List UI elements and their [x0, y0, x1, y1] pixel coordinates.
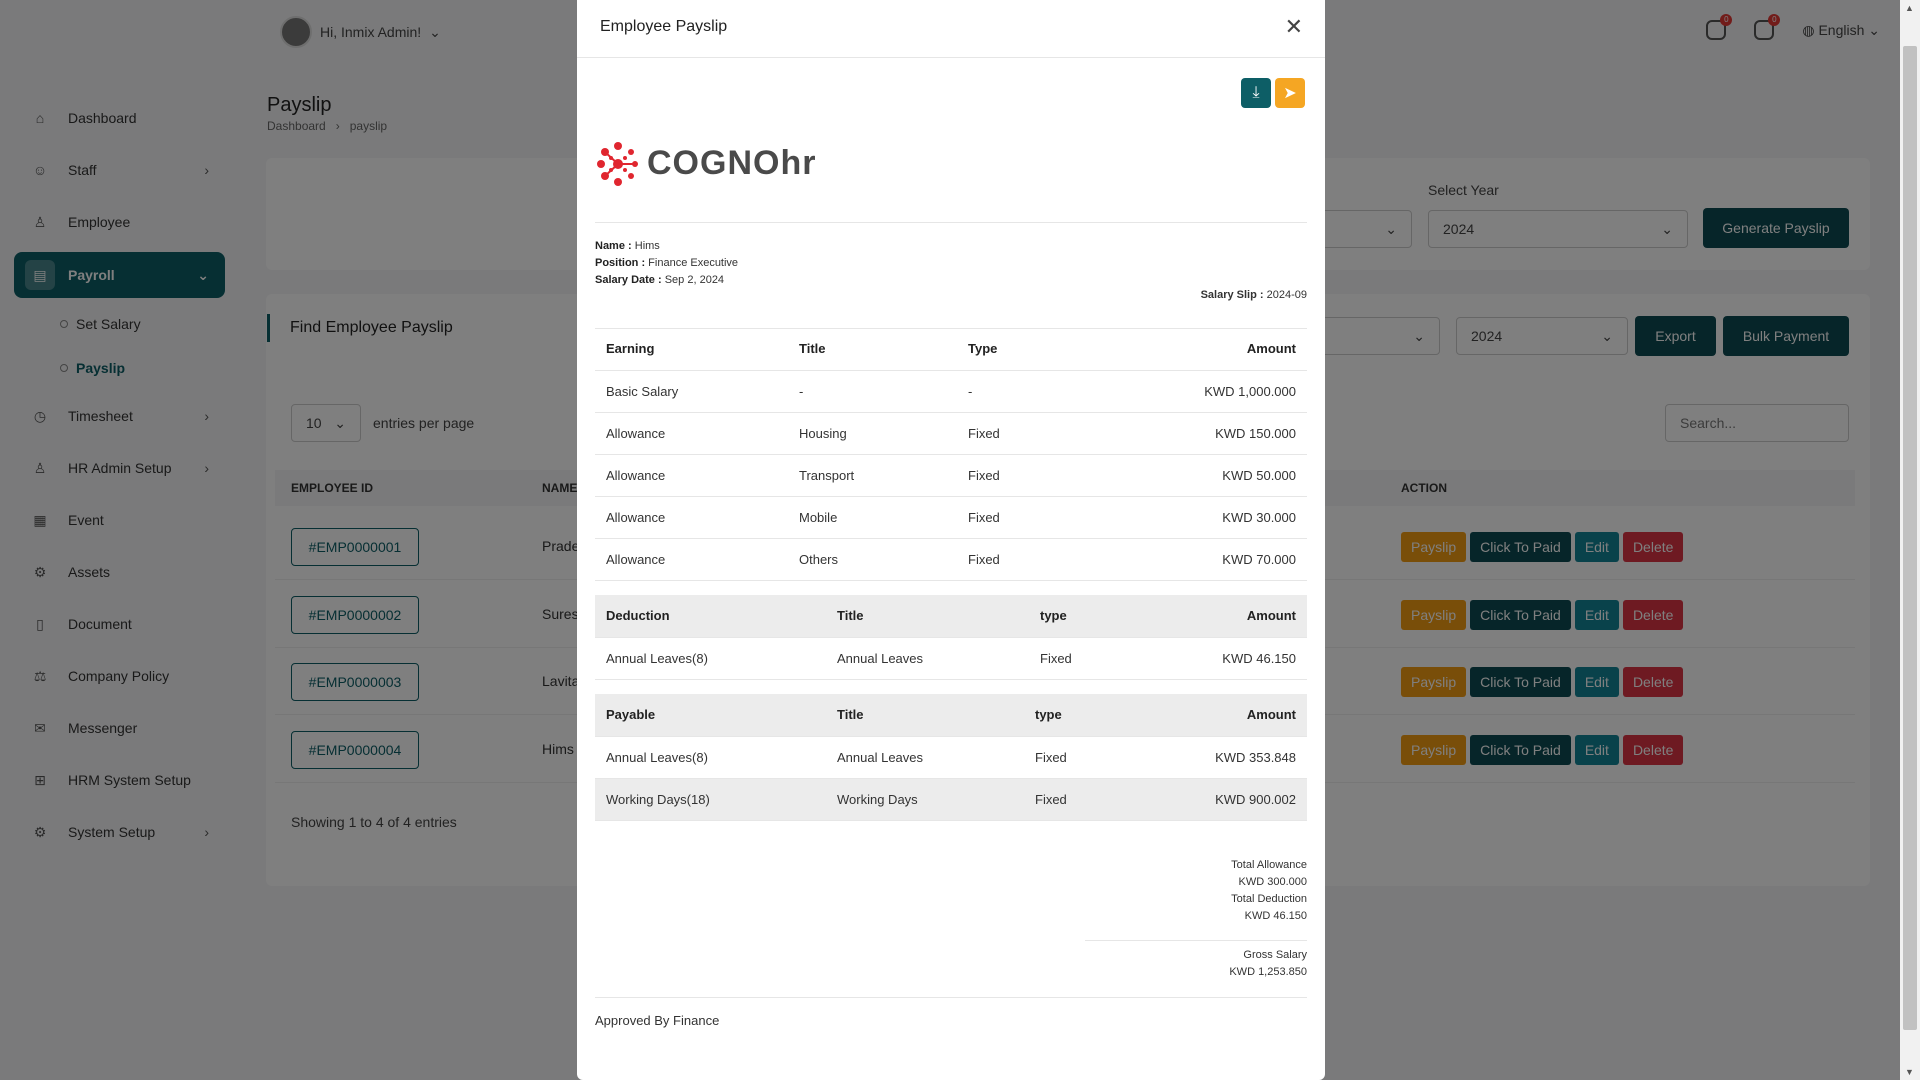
col-type: type: [1029, 595, 1175, 638]
type-cell: Fixed: [1029, 637, 1175, 680]
name-value: Hims: [634, 240, 660, 252]
download-icon: ⤓: [1252, 84, 1260, 101]
title-cell: Housing: [788, 412, 957, 455]
amount-cell: KWD 46.150: [1175, 637, 1307, 680]
divider: [1085, 940, 1307, 941]
download-button[interactable]: ⤓: [1241, 78, 1271, 108]
position-value: Finance Executive: [648, 257, 739, 269]
total-allowance-value: KWD 300.000: [1238, 876, 1307, 888]
title-cell: Annual Leaves: [826, 736, 1024, 779]
payable-cell: Working Days(18): [595, 778, 826, 821]
amount-cell: KWD 50.000: [1127, 454, 1307, 497]
title-cell: Working Days: [826, 778, 1024, 821]
table-header-row: Payable Title type Amount: [595, 694, 1307, 737]
salary-date-label: Salary Date :: [595, 274, 662, 286]
col-type: type: [1024, 694, 1175, 737]
payslip-modal: Employee Payslip ✕ ⤓ ➤ COGNOhr Name : Hi…: [577, 0, 1325, 1080]
table-row: Allowance Housing Fixed KWD 150.000: [595, 412, 1307, 455]
scrollbar[interactable]: ▲ ▼: [1900, 0, 1920, 1080]
title-cell: Transport: [788, 454, 957, 497]
gross-salary-value: KWD 1,253.850: [1229, 966, 1307, 978]
amount-cell: KWD 353.848: [1175, 736, 1307, 779]
send-button[interactable]: ➤: [1275, 78, 1305, 108]
type-cell: Fixed: [957, 412, 1127, 455]
position-label: Position :: [595, 257, 646, 269]
amount-cell: KWD 70.000: [1127, 538, 1307, 581]
col-earning: Earning: [595, 328, 788, 371]
col-amount: Amount: [1175, 595, 1307, 638]
table-row: Allowance Transport Fixed KWD 50.000: [595, 454, 1307, 497]
earning-cell: Allowance: [595, 454, 788, 497]
total-allowance-label: Total Allowance: [1231, 859, 1307, 871]
title-cell: -: [788, 370, 957, 413]
logo-mark-icon: [597, 142, 638, 186]
amount-cell: KWD 30.000: [1127, 496, 1307, 539]
salary-date-value: Sep 2, 2024: [664, 274, 725, 286]
name-line: Name : Hims: [595, 238, 738, 255]
amount-cell: KWD 1,000.000: [1127, 370, 1307, 413]
table-row: Annual Leaves(8) Annual Leaves Fixed KWD 46…: [595, 637, 1307, 680]
type-cell: Fixed: [1024, 778, 1175, 821]
gross-salary: Gross Salary KWD 1,253.850: [1229, 947, 1307, 981]
type-cell: Fixed: [1024, 736, 1175, 779]
title-cell: Annual Leaves: [826, 637, 1029, 680]
earning-cell: Allowance: [595, 412, 788, 455]
type-cell: -: [957, 370, 1127, 413]
scroll-up-icon[interactable]: ▲: [1905, 3, 1914, 13]
salary-slip-value: 2024-09: [1266, 289, 1307, 301]
col-title: Title: [826, 694, 1024, 737]
col-title: Title: [826, 595, 1029, 638]
col-amount: Amount: [1175, 694, 1307, 737]
table-row: Basic Salary - - KWD 1,000.000: [595, 370, 1307, 413]
payable-cell: Annual Leaves(8): [595, 736, 826, 779]
send-icon: ➤: [1283, 85, 1297, 102]
type-cell: Fixed: [957, 454, 1127, 497]
earning-cell: Allowance: [595, 538, 788, 581]
divider: [595, 222, 1307, 223]
type-cell: Fixed: [957, 538, 1127, 581]
employee-info: Name : Hims Position : Finance Executive…: [595, 238, 738, 289]
col-title: Title: [788, 328, 957, 371]
col-deduction: Deduction: [595, 595, 826, 638]
name-label: Name :: [595, 240, 632, 252]
salary-date-line: Salary Date : Sep 2, 2024: [595, 272, 738, 289]
divider: [595, 997, 1307, 998]
deduction-cell: Annual Leaves(8): [595, 637, 826, 680]
title-cell: Others: [788, 538, 957, 581]
type-cell: Fixed: [957, 496, 1127, 539]
gross-salary-label: Gross Salary: [1243, 949, 1307, 961]
company-logo: COGNOhr: [595, 138, 816, 188]
earning-cell: Basic Salary: [595, 370, 788, 413]
title-cell: Mobile: [788, 496, 957, 539]
col-payable: Payable: [595, 694, 826, 737]
table-row: Allowance Others Fixed KWD 70.000: [595, 538, 1307, 581]
scrollbar-thumb[interactable]: [1903, 46, 1917, 1030]
payable-table: Payable Title type Amount Annual Leaves(…: [595, 694, 1307, 821]
close-icon[interactable]: ✕: [1285, 16, 1303, 38]
col-amount: Amount: [1127, 328, 1307, 371]
deduction-table: Deduction Title type Amount Annual Leave…: [595, 595, 1307, 680]
salary-slip-label: Salary Slip :: [1200, 289, 1264, 301]
scroll-down-icon[interactable]: ▼: [1905, 1067, 1914, 1077]
position-line: Position : Finance Executive: [595, 255, 738, 272]
table-row: Working Days(18) Working Days Fixed KWD 900…: [595, 778, 1307, 821]
salary-slip-line: Salary Slip : 2024-09: [1201, 289, 1307, 301]
logo-text: COGNOhr: [647, 143, 817, 182]
approved-by: Approved By Finance: [595, 1013, 720, 1028]
amount-cell: KWD 150.000: [1127, 412, 1307, 455]
table-row: Allowance Mobile Fixed KWD 30.000: [595, 496, 1307, 539]
total-deduction-value: KWD 46.150: [1244, 910, 1307, 922]
table-row: Annual Leaves(8) Annual Leaves Fixed KWD 35…: [595, 736, 1307, 779]
col-type: Type: [957, 328, 1127, 371]
modal-header: Employee Payslip ✕: [577, 0, 1325, 58]
table-header-row: Deduction Title type Amount: [595, 595, 1307, 638]
table-header-row: Earning Title Type Amount: [595, 328, 1307, 371]
modal-title: Employee Payslip: [600, 18, 728, 35]
earning-cell: Allowance: [595, 496, 788, 539]
total-deduction-label: Total Deduction: [1231, 893, 1307, 905]
amount-cell: KWD 900.002: [1175, 778, 1307, 821]
earning-table: Earning Title Type Amount Basic Salary - -…: [595, 328, 1307, 581]
totals: Total Allowance KWD 300.000 Total Deduct…: [1231, 857, 1307, 925]
